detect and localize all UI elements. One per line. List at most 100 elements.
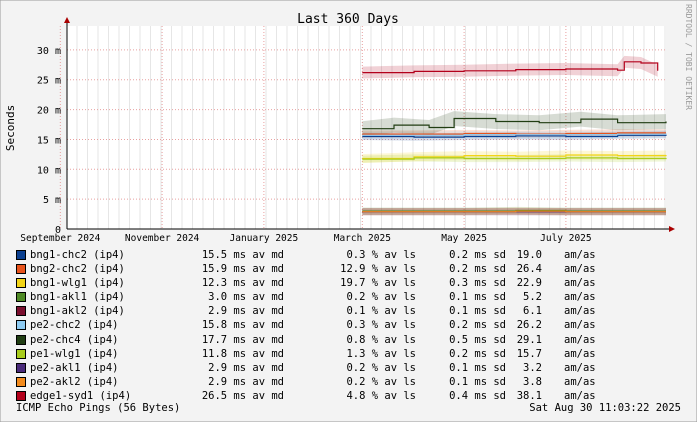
x-tick-label: May 2025 [441,233,487,244]
legend-unit: am/as [564,319,596,332]
legend-loss: 1.3 % av ls [346,347,416,360]
legend-sd: 0.2 ms sd [449,347,506,360]
legend-sd: 0.4 ms sd [449,389,506,402]
series-line [362,210,666,213]
x-tick-label: January 2025 [230,233,299,244]
legend-median: 15.8 ms av md [201,319,284,332]
legend-sd: 0.3 ms sd [449,277,506,290]
legend-name: bng1-akl2 (ip4) [30,305,125,318]
legend-swatch [16,264,26,275]
legend-name: bng2-chc2 (ip4) [30,263,125,276]
legend-median: 26.5 ms av md [201,389,284,402]
legend-loss: 12.9 % av ls [340,263,416,276]
legend-loss: 0.2 % av ls [346,361,416,374]
legend-sd: 0.1 ms sd [449,305,506,318]
legend-max: 19.0 [516,249,542,261]
y-tick-label: 5 m [43,195,61,206]
legend-max: 38.1 [516,389,542,402]
legend-median: 15.9 ms av md [201,263,284,276]
legend-row: bng2-chc2 (ip4) 15.9 ms av md 12.9 % av ls… [16,262,686,276]
legend-name: bng1-wlg1 (ip4) [30,277,125,290]
y-tick-label: 30 m [37,46,61,57]
legend-loss: 0.8 % av ls [346,333,416,346]
legend-name: pe2-akl1 (ip4) [30,361,119,374]
legend-name: pe1-wlg1 (ip4) [30,347,119,360]
legend-sd: 0.5 ms sd [449,333,506,346]
legend-row: bng1-wlg1 (ip4) 12.3 ms av md 19.7 % av ls… [16,276,686,290]
legend-unit: am/as [564,361,596,374]
legend-row: pe1-wlg1 (ip4) 11.8 ms av md 1.3 % av ls 0.… [16,347,686,361]
y-tick-label: 25 m [37,76,61,87]
legend-max: 26.2 [516,319,542,332]
legend-median: 2.9 ms av md [208,361,284,374]
legend-max: 22.9 [516,277,542,290]
y-tick-label: 15 m [37,135,61,146]
legend-swatch [16,334,26,345]
legend-median: 12.3 ms av md [201,277,284,290]
legend-sd: 0.2 ms sd [449,263,506,276]
legend-name: edge1-syd1 (ip4) [30,389,132,402]
legend-max: 3.8 [523,375,542,388]
legend-loss: 0.2 % av ls [346,375,416,388]
legend-unit: am/as [564,333,596,346]
legend-row: edge1-syd1 (ip4) 26.5 ms av md 4.8 % av ls… [16,389,686,403]
series-line [362,209,666,212]
legend-unit: am/as [564,375,596,388]
y-tick-label: 10 m [37,165,61,176]
legend-name: bng1-akl1 (ip4) [30,291,125,304]
legend-name: pe2-akl2 (ip4) [30,375,119,388]
legend-median: 2.9 ms av md [208,375,284,388]
legend-max: 6.1 [523,305,542,318]
legend-name: pe2-chc2 (ip4) [30,319,119,332]
legend-row: bng1-akl2 (ip4) 2.9 ms av md 0.1 % av ls 0.… [16,304,686,318]
legend-unit: am/as [564,263,596,276]
legend-unit: am/as [564,305,596,318]
legend-swatch [16,306,26,317]
legend-row: bng1-akl1 (ip4) 3.0 ms av md 0.2 % av ls 0.… [16,290,686,304]
legend-row: pe2-akl2 (ip4) 2.9 ms av md 0.2 % av ls 0.1… [16,375,686,389]
x-tick-label: November 2024 [125,233,200,244]
legend-max: 29.1 [516,333,542,346]
legend-median: 2.9 ms av md [208,305,284,318]
legend-median: 11.8 ms av md [201,347,284,360]
legend-swatch [16,376,26,387]
y-axis-label: Seconds [4,105,17,151]
rrdtool-watermark: RRDTOOL / TOBI OETIKER [684,4,693,110]
legend-unit: am/as [564,389,596,402]
legend: bng1-chc2 (ip4) 15.5 ms av md 0.3 % av ls 0… [16,248,686,403]
legend-median: 15.5 ms av md [201,249,284,261]
legend-sd: 0.1 ms sd [449,375,506,388]
legend-max: 5.2 [523,291,542,304]
legend-swatch [16,348,26,359]
legend-sd: 0.2 ms sd [449,249,506,261]
legend-swatch [16,278,26,289]
legend-swatch [16,292,26,303]
legend-name: pe2-chc4 (ip4) [30,333,119,346]
legend-unit: am/as [564,249,596,261]
legend-swatch [16,250,26,260]
probe-description: ICMP Echo Pings (56 Bytes) [16,402,181,414]
render-timestamp: Sat Aug 30 11:03:22 2025 [529,402,681,414]
legend-loss: 19.7 % av ls [340,277,416,290]
legend-unit: am/as [564,347,596,360]
legend-unit: am/as [564,277,596,290]
legend-loss: 0.3 % av ls [346,249,416,261]
legend-unit: am/as [564,291,596,304]
legend-swatch [16,362,26,373]
legend-loss: 0.3 % av ls [346,319,416,332]
x-tick-label: March 2025 [334,233,391,244]
legend-swatch [16,390,26,401]
legend-loss: 0.2 % av ls [346,291,416,304]
chart-title: Last 360 Days [297,12,399,27]
x-tick-label: July 2025 [540,233,591,244]
legend-row: pe2-akl1 (ip4) 2.9 ms av md 0.2 % av ls 0.1… [16,361,686,375]
y-tick-label: 20 m [37,106,61,117]
legend-max: 15.7 [516,347,542,360]
legend-row: pe2-chc2 (ip4) 15.8 ms av md 0.3 % av ls 0.… [16,318,686,332]
legend-loss: 4.8 % av ls [346,389,416,402]
legend-swatch [16,320,26,331]
legend-max: 26.4 [516,263,542,276]
legend-row: bng1-chc2 (ip4) 15.5 ms av md 0.3 % av ls 0… [16,248,686,262]
legend-sd: 0.1 ms sd [449,291,506,304]
legend-sd: 0.1 ms sd [449,361,506,374]
